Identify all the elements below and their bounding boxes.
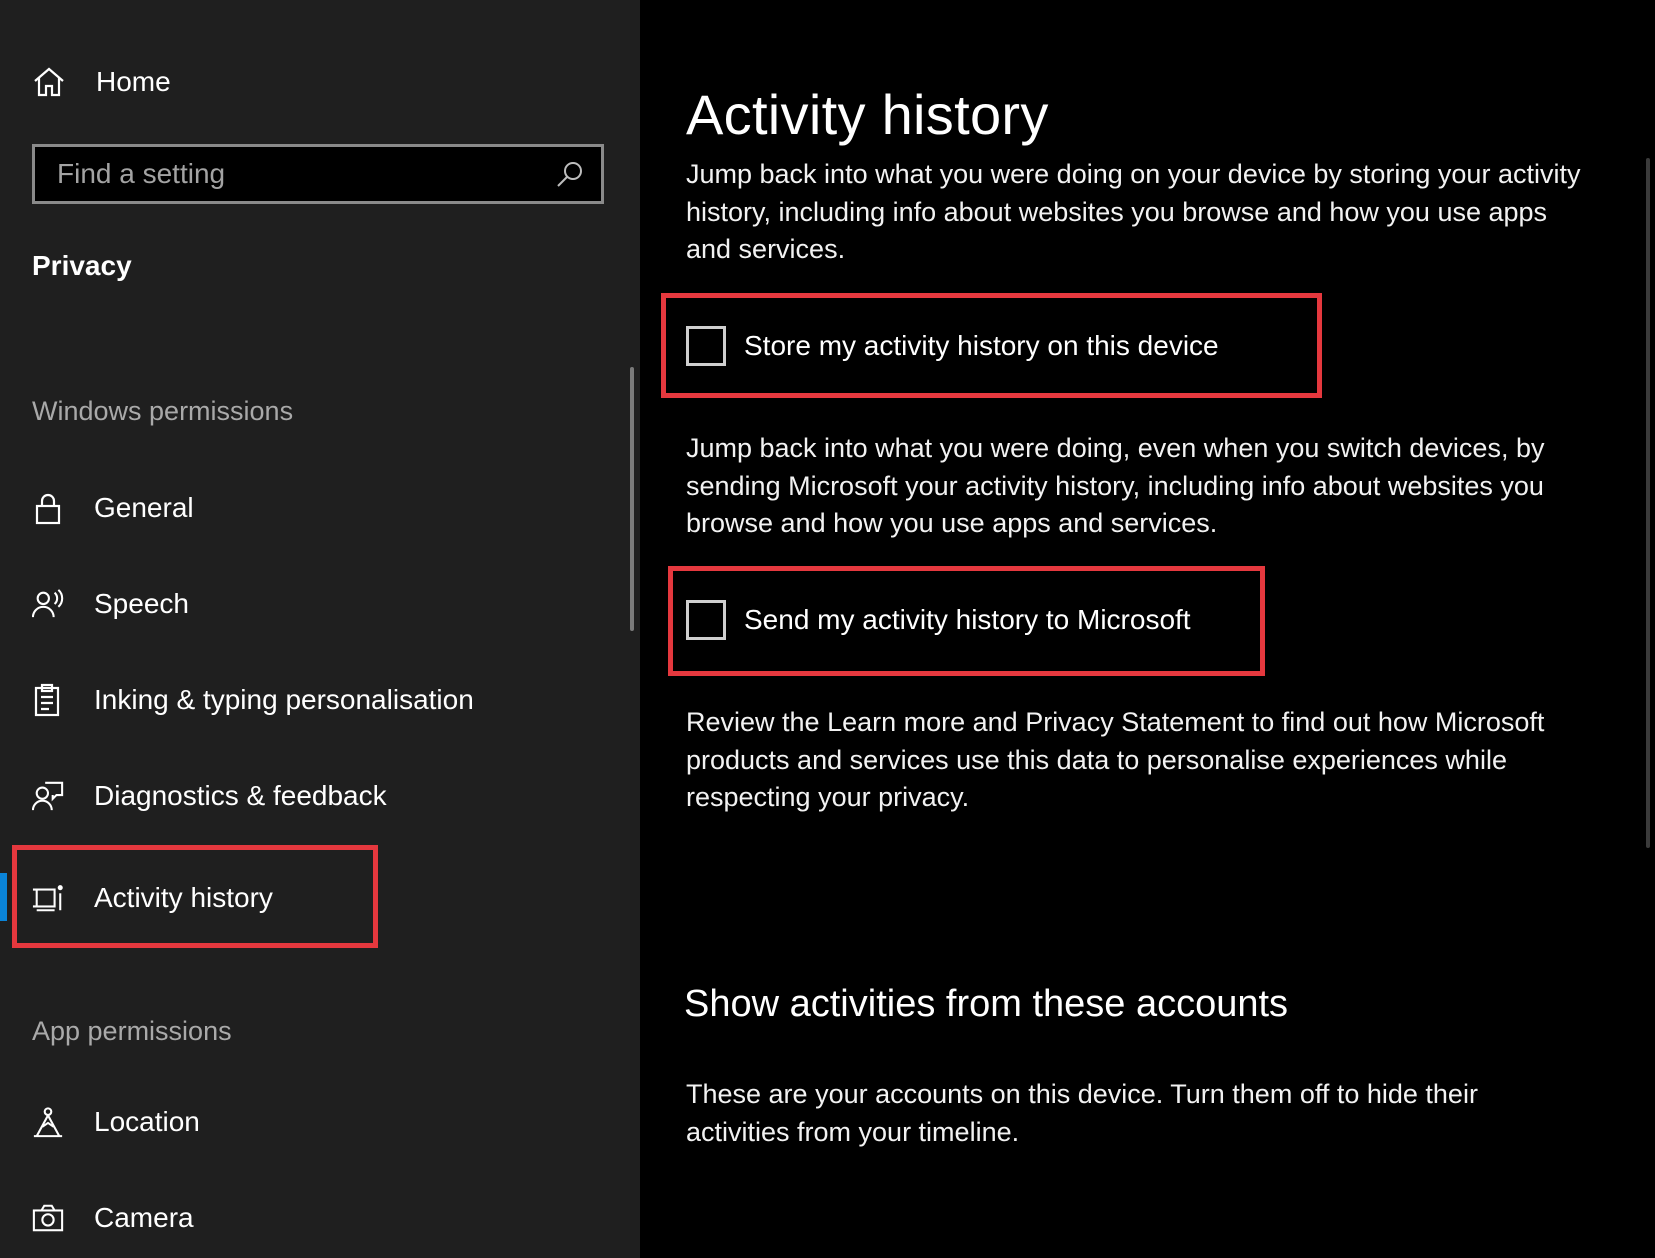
send-intro-text: Jump back into what you were doing, even… bbox=[686, 433, 1545, 538]
clipboard-icon bbox=[34, 683, 60, 717]
home-nav-item[interactable]: Home bbox=[32, 58, 592, 106]
send-history-checkbox[interactable] bbox=[686, 600, 726, 640]
camera-icon bbox=[32, 1204, 64, 1232]
location-icon bbox=[33, 1107, 63, 1138]
sidebar-item-label: Location bbox=[94, 1106, 200, 1137]
intro-text: Jump back into what you were doing on yo… bbox=[686, 159, 1581, 264]
sidebar-item-diagnostics[interactable]: Diagnostics & feedback bbox=[32, 766, 592, 826]
store-history-checkbox-row[interactable]: Store my activity history on this device bbox=[686, 325, 1219, 367]
accounts-section-title: Show activities from these accounts bbox=[684, 983, 1289, 1025]
sidebar-item-label: Camera bbox=[94, 1202, 194, 1233]
sidebar-item-label: General bbox=[94, 492, 194, 523]
store-history-checkbox[interactable] bbox=[686, 326, 726, 366]
page-title: Activity history bbox=[686, 82, 1049, 146]
search-placeholder: Find a setting bbox=[57, 158, 226, 189]
sidebar-item-label: Diagnostics & feedback bbox=[94, 780, 387, 811]
speech-icon bbox=[32, 589, 64, 618]
sidebar-item-inking-typing[interactable]: Inking & typing personalisation bbox=[32, 670, 592, 730]
store-history-label: Store my activity history on this device bbox=[744, 330, 1219, 361]
highlight-box-activity-history bbox=[12, 845, 378, 948]
sidebar-item-speech[interactable]: Speech bbox=[32, 574, 592, 634]
search-icon[interactable] bbox=[555, 159, 585, 189]
section-title: Privacy bbox=[32, 250, 132, 281]
main-scrollbar[interactable] bbox=[1646, 158, 1650, 848]
selected-indicator bbox=[0, 873, 7, 921]
sidebar-item-camera[interactable]: Camera bbox=[32, 1188, 592, 1248]
send-history-label: Send my activity history to Microsoft bbox=[744, 604, 1191, 635]
sidebar-item-label: Inking & typing personalisation bbox=[94, 684, 474, 715]
lock-icon bbox=[35, 493, 61, 525]
sidebar-item-location[interactable]: Location bbox=[32, 1092, 592, 1152]
sidebar-item-label: Speech bbox=[94, 588, 189, 619]
app-permissions-label: App permissions bbox=[32, 1016, 232, 1046]
home-icon bbox=[34, 67, 64, 97]
search-input[interactable]: Find a setting bbox=[32, 144, 604, 204]
home-label: Home bbox=[96, 66, 171, 97]
windows-permissions-label: Windows permissions bbox=[32, 396, 294, 426]
sidebar-scrollbar[interactable] bbox=[630, 367, 634, 631]
send-history-checkbox-row[interactable]: Send my activity history to Microsoft bbox=[686, 599, 1191, 641]
feedback-icon bbox=[32, 781, 64, 811]
review-text: Review the Learn more and Privacy Statem… bbox=[686, 707, 1545, 812]
sidebar: Home Find a setting Privacy Windows perm… bbox=[0, 0, 640, 1258]
sidebar-item-general[interactable]: General bbox=[32, 478, 592, 538]
accounts-text: These are your accounts on this device. … bbox=[686, 1079, 1478, 1147]
